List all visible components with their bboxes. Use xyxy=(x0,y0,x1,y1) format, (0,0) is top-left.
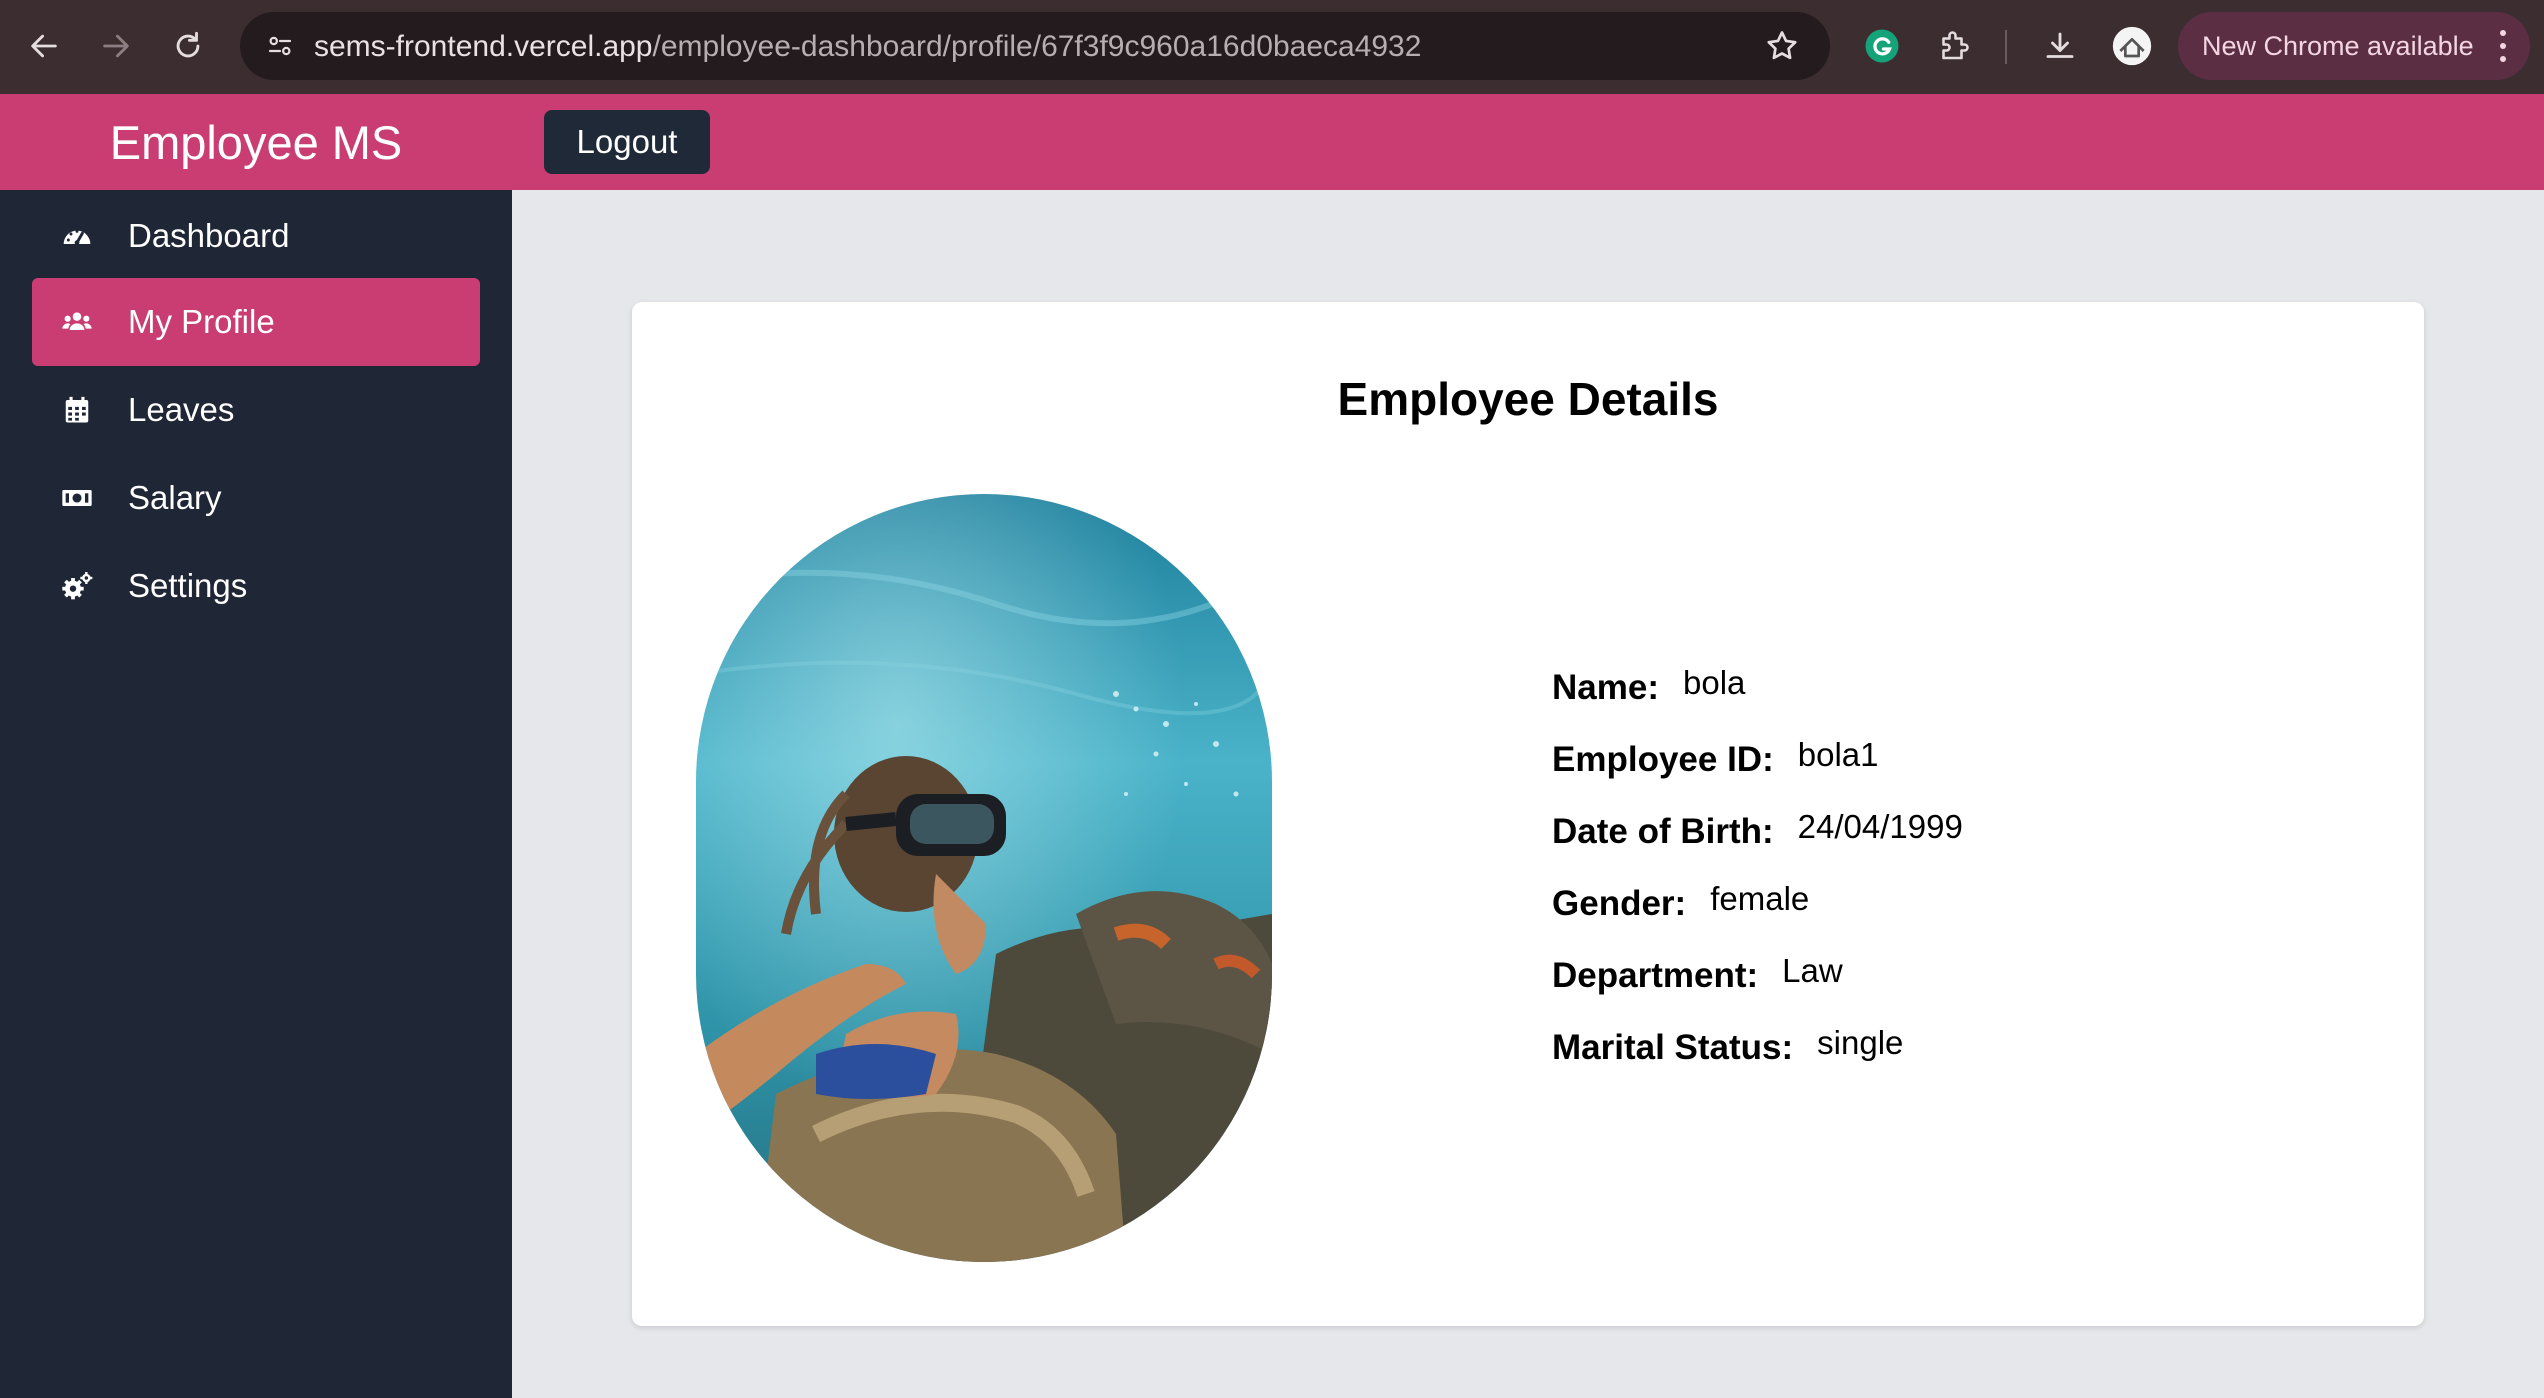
browser-toolbar: sems-frontend.vercel.app/employee-dashbo… xyxy=(0,0,2544,94)
sidebar-item-label: Settings xyxy=(128,567,248,604)
employee-details-card: Employee Details Name: bola Employee ID:… xyxy=(632,302,2424,1326)
sidebar-item-settings[interactable]: Settings xyxy=(32,542,480,630)
detail-value: bola xyxy=(1682,664,1746,701)
detail-value: single xyxy=(1817,1024,1904,1061)
detail-label: Department: xyxy=(1552,956,1759,995)
detail-row-name: Name: bola xyxy=(1552,664,1963,736)
back-arrow-icon[interactable] xyxy=(18,20,70,72)
toolbar-divider xyxy=(2005,30,2007,64)
profile-avatar-icon[interactable] xyxy=(2112,26,2152,66)
extensions-icon[interactable] xyxy=(1934,26,1974,66)
url-host: sems-frontend.vercel.app xyxy=(314,30,653,63)
profile-photo xyxy=(696,494,1272,1262)
app-header: Employee MS Logout xyxy=(0,94,2544,190)
detail-row-department: Department: Law xyxy=(1552,952,1963,1024)
address-bar[interactable]: sems-frontend.vercel.app/employee-dashbo… xyxy=(240,12,1830,80)
update-label: New Chrome available xyxy=(2202,30,2474,61)
sidebar-item-dashboard[interactable]: Dashboard xyxy=(32,192,480,280)
sidebar-item-label: Salary xyxy=(128,479,222,516)
detail-label: Marital Status: xyxy=(1552,1028,1794,1067)
sidebar-item-salary[interactable]: Salary xyxy=(32,454,480,542)
detail-row-marital-status: Marital Status: single xyxy=(1552,1024,1963,1096)
brand-title: Employee MS xyxy=(109,115,403,169)
detail-label: Employee ID: xyxy=(1552,740,1774,779)
calendar-icon xyxy=(60,394,94,426)
sidebar-item-my-profile[interactable]: My Profile xyxy=(32,278,480,366)
detail-label: Date of Birth: xyxy=(1552,812,1774,851)
detail-row-date-of-birth: Date of Birth: 24/04/1999 xyxy=(1552,808,1963,880)
detail-value: bola1 xyxy=(1797,736,1879,773)
logout-button[interactable]: Logout xyxy=(544,110,710,174)
new-chrome-available-button[interactable]: New Chrome available xyxy=(2178,12,2530,80)
employee-details-list: Name: bola Employee ID: bola1 Date of Bi… xyxy=(1552,664,1963,1096)
cogs-icon xyxy=(60,570,94,602)
star-icon[interactable] xyxy=(1764,28,1800,64)
users-icon xyxy=(60,306,94,338)
detail-label: Gender: xyxy=(1552,884,1687,923)
download-icon[interactable] xyxy=(2040,26,2080,66)
site-settings-icon[interactable] xyxy=(258,24,302,68)
url-text: sems-frontend.vercel.app/employee-dashbo… xyxy=(314,30,1421,64)
url-path: /employee-dashboard/profile/67f3f9c960a1… xyxy=(652,30,1422,63)
grammarly-icon[interactable] xyxy=(1862,26,1902,66)
money-bill-icon xyxy=(60,482,94,514)
more-vertical-icon[interactable] xyxy=(2498,30,2508,62)
detail-row-employee-id: Employee ID: bola1 xyxy=(1552,736,1963,808)
page-title: Employee Details xyxy=(1337,373,1719,425)
tachometer-icon xyxy=(60,220,94,252)
sidebar-item-leaves[interactable]: Leaves xyxy=(32,366,480,454)
sidebar: Dashboard My Profile Leaves Salary Setti… xyxy=(0,190,512,1398)
forward-arrow-icon[interactable] xyxy=(90,20,142,72)
sidebar-item-label: Dashboard xyxy=(128,217,290,254)
sidebar-item-label: Leaves xyxy=(128,391,235,428)
reload-icon[interactable] xyxy=(162,20,214,72)
sidebar-item-label: My Profile xyxy=(128,303,275,340)
detail-row-gender: Gender: female xyxy=(1552,880,1963,952)
detail-value: female xyxy=(1710,880,1810,917)
detail-label: Name: xyxy=(1552,668,1659,707)
detail-value: Law xyxy=(1782,952,1843,989)
detail-value: 24/04/1999 xyxy=(1797,808,1963,845)
